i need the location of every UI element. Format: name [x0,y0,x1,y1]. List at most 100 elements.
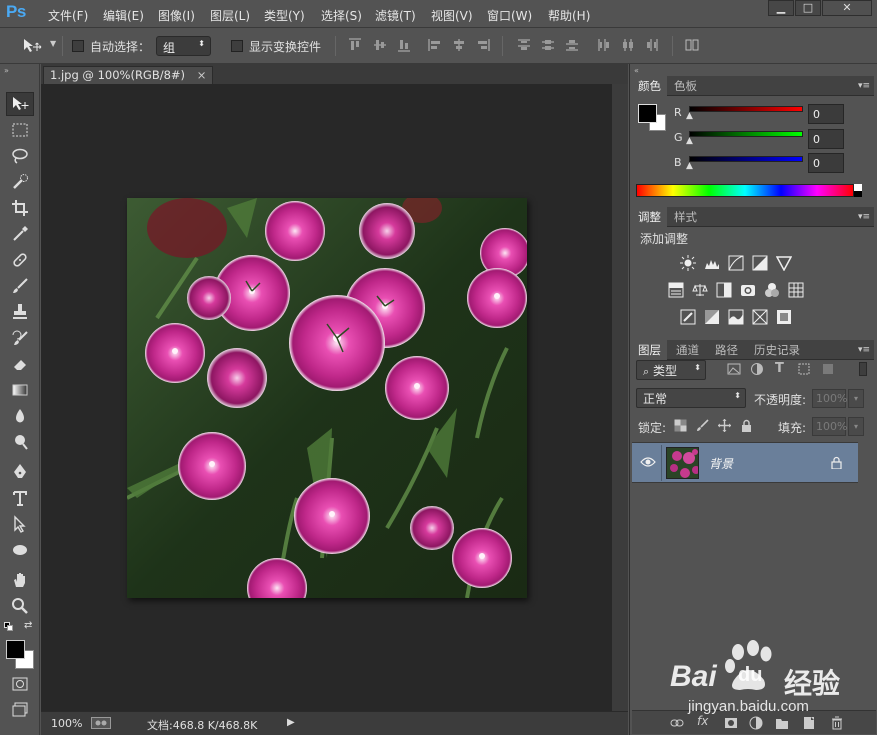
black-white-icon[interactable] [716,282,732,298]
distribute-top-icon[interactable] [517,38,531,52]
quick-mask-button[interactable] [6,672,34,696]
panel-menu-icon[interactable]: ▾≡ [858,81,870,91]
opacity-field[interactable]: 100% [812,389,847,408]
spectrum-white-chip[interactable] [854,184,862,191]
show-transform-controls-checkbox[interactable] [231,40,243,52]
fill-dropdown-icon[interactable]: ▾ [848,417,864,436]
green-slider[interactable] [689,131,803,137]
tab-adjustments[interactable]: 调整 [632,207,667,227]
auto-align-layers-icon[interactable] [685,38,699,52]
distribute-left-icon[interactable] [597,38,611,52]
layer-lock-icon[interactable] [831,456,842,469]
menu-image[interactable]: 图像(I) [158,7,195,24]
distribute-horizontal-center-icon[interactable] [621,38,635,52]
lock-position-icon[interactable] [718,419,731,432]
filter-smart-object-icon[interactable] [821,362,835,376]
blend-mode-select[interactable]: 正常 ⬍ [636,388,746,408]
align-top-icon[interactable] [348,38,362,52]
type-tool[interactable] [6,486,34,510]
collapse-panels-icon[interactable]: « [634,66,639,75]
eyedropper-tool[interactable] [6,222,34,246]
minimize-button[interactable]: ▁ [768,0,794,16]
channel-mixer-icon[interactable] [764,282,780,298]
filter-shape-icon[interactable] [797,362,811,376]
tab-color[interactable]: 颜色 [632,76,667,96]
filter-toggle[interactable] [859,362,867,376]
green-value-field[interactable]: 0 [808,129,844,149]
color-lookup-icon[interactable] [788,282,804,298]
crop-tool[interactable] [6,196,34,220]
tab-layers[interactable]: 图层 [632,340,667,360]
hand-tool[interactable] [6,568,34,592]
distribute-vertical-center-icon[interactable] [541,38,555,52]
path-selection-tool[interactable] [6,512,34,536]
brightness-icon[interactable] [680,255,696,271]
layer-name[interactable]: 背景 [709,455,733,472]
vertical-scrollbar[interactable] [612,84,628,711]
invert-icon[interactable] [680,309,696,325]
curves-icon[interactable] [728,255,744,271]
color-spectrum-ramp[interactable] [636,184,854,197]
blue-value-field[interactable]: 0 [808,153,844,173]
swap-colors-icon[interactable]: ⇄ [24,620,32,631]
panel-menu-icon[interactable]: ▾≡ [858,212,870,222]
opacity-dropdown-icon[interactable]: ▾ [848,389,864,408]
red-value-field[interactable]: 0 [808,104,844,124]
brush-tool[interactable] [6,274,34,298]
move-tool[interactable] [6,92,34,116]
pen-tool[interactable] [6,460,34,484]
menu-select[interactable]: 选择(S) [321,7,362,24]
tab-channels[interactable]: 通道 [670,340,705,360]
distribute-right-icon[interactable] [645,38,659,52]
zoom-tool[interactable] [6,594,34,618]
foreground-color-swatch[interactable] [6,640,25,659]
selective-color-icon[interactable] [776,309,792,325]
fill-field[interactable]: 100% [812,417,847,436]
quick-selection-tool[interactable] [6,170,34,194]
close-button[interactable]: ✕ [822,0,872,16]
auto-select-target-select[interactable]: 组 ⬍ [156,36,211,56]
distribute-bottom-icon[interactable] [565,38,579,52]
clone-stamp-tool[interactable] [6,300,34,324]
ellipse-tool[interactable] [6,538,34,562]
collapse-arrows-icon[interactable]: » [4,66,9,75]
history-brush-tool[interactable] [6,326,34,350]
menu-window[interactable]: 窗口(W) [487,7,532,24]
align-bottom-icon[interactable] [397,38,411,52]
spectrum-black-chip[interactable] [854,191,862,197]
tool-preset-dropdown-icon[interactable]: ▼ [50,39,56,48]
screen-mode-button[interactable] [6,698,34,722]
menu-edit[interactable]: 编辑(E) [103,7,144,24]
menu-help[interactable]: 帮助(H) [548,7,590,24]
layer-filter-kind-select[interactable]: ⌕ 类型 ⬍ [636,360,706,380]
dodge-tool[interactable] [6,430,34,454]
close-tab-icon[interactable]: × [197,68,207,82]
tab-styles[interactable]: 样式 [668,207,703,227]
red-slider-handle-icon[interactable]: ▲ [686,111,693,121]
layer-row-background[interactable]: 背景 [632,443,858,483]
threshold-icon[interactable] [728,309,744,325]
filter-type-icon[interactable]: T [775,361,784,376]
filter-adjustment-icon[interactable] [750,362,764,376]
photo-filter-icon[interactable] [740,282,756,298]
filter-pixel-icon[interactable] [727,362,741,376]
align-vertical-center-icon[interactable] [373,38,387,52]
eye-visibility-icon[interactable] [640,456,656,468]
tab-swatches[interactable]: 色板 [668,76,703,96]
posterize-icon[interactable] [704,309,720,325]
maximize-button[interactable]: □ [795,0,821,16]
align-horizontal-center-icon[interactable] [452,38,466,52]
lock-image-pixels-icon[interactable] [696,419,709,432]
red-slider[interactable] [689,106,803,112]
lock-transparent-pixels-icon[interactable] [674,419,687,432]
align-right-icon[interactable] [476,38,490,52]
gradient-map-icon[interactable] [752,309,768,325]
auto-select-checkbox[interactable] [72,40,84,52]
blue-slider-handle-icon[interactable]: ▲ [686,161,693,171]
color-balance-icon[interactable] [692,282,708,298]
hue-saturation-icon[interactable] [668,282,684,298]
green-slider-handle-icon[interactable]: ▲ [686,136,693,146]
default-colors-icon[interactable] [4,622,14,632]
align-left-icon[interactable] [428,38,442,52]
menu-type[interactable]: 类型(Y) [264,7,305,24]
